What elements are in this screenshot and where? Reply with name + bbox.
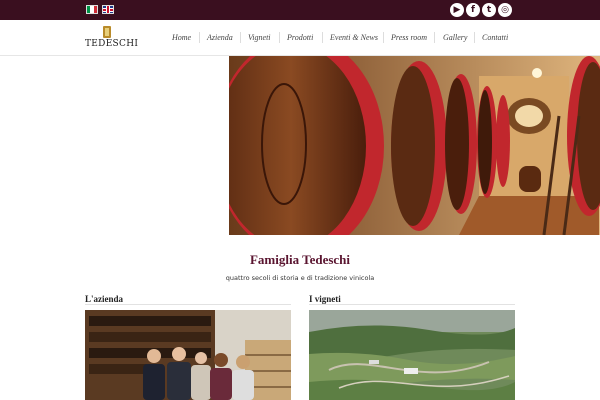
twitter-icon[interactable]: t: [482, 3, 496, 17]
vigneti-photo[interactable]: [309, 310, 515, 400]
nav-gallery[interactable]: Gallery: [443, 33, 467, 42]
page-subtitle: quattro secoli di storia e di tradizione…: [225, 274, 375, 282]
nav-divider: [322, 32, 323, 43]
nav-home[interactable]: Home: [172, 33, 191, 42]
english-flag-icon[interactable]: [102, 5, 114, 14]
nav-divider: [199, 32, 200, 43]
azienda-photo[interactable]: [85, 310, 291, 400]
page-title: Famiglia Tedeschi: [249, 252, 351, 267]
nav-azienda[interactable]: Azienda: [207, 33, 233, 42]
nav-prodotti[interactable]: Prodotti: [287, 33, 313, 42]
nav-divider: [434, 32, 435, 43]
section-title-vigneti[interactable]: I vigneti: [309, 294, 341, 304]
nav-contatti[interactable]: Contatti: [482, 33, 508, 42]
cellar-barrels-illustration: [229, 56, 600, 235]
logo-text: TEDESCHI: [85, 39, 139, 49]
logo-mark-icon: [103, 26, 111, 38]
instagram-icon[interactable]: ◎: [498, 3, 512, 17]
section-title-azienda[interactable]: L'azienda: [85, 294, 123, 304]
section-divider: [85, 304, 291, 305]
hero-image: [229, 56, 600, 235]
nav-divider: [383, 32, 384, 43]
nav-divider: [240, 32, 241, 43]
top-bar: ▶ f t ◎: [0, 0, 600, 20]
facebook-icon[interactable]: f: [466, 3, 480, 17]
tedeschi-logo[interactable]: TEDESCHI: [85, 26, 139, 52]
nav-vigneti[interactable]: Vigneti: [248, 33, 271, 42]
youtube-icon[interactable]: ▶: [450, 3, 464, 17]
vineyard-aerial-photo: [309, 310, 515, 400]
section-divider: [309, 304, 515, 305]
nav-divider: [279, 32, 280, 43]
family-team-photo: [85, 310, 291, 400]
nav-divider: [474, 32, 475, 43]
nav-press-room[interactable]: Press room: [391, 33, 427, 42]
nav-eventi-news[interactable]: Eventi & News: [330, 33, 378, 42]
italian-flag-icon[interactable]: [86, 5, 98, 14]
main-header: TEDESCHI Home Azienda Vigneti Prodotti E…: [0, 20, 600, 56]
